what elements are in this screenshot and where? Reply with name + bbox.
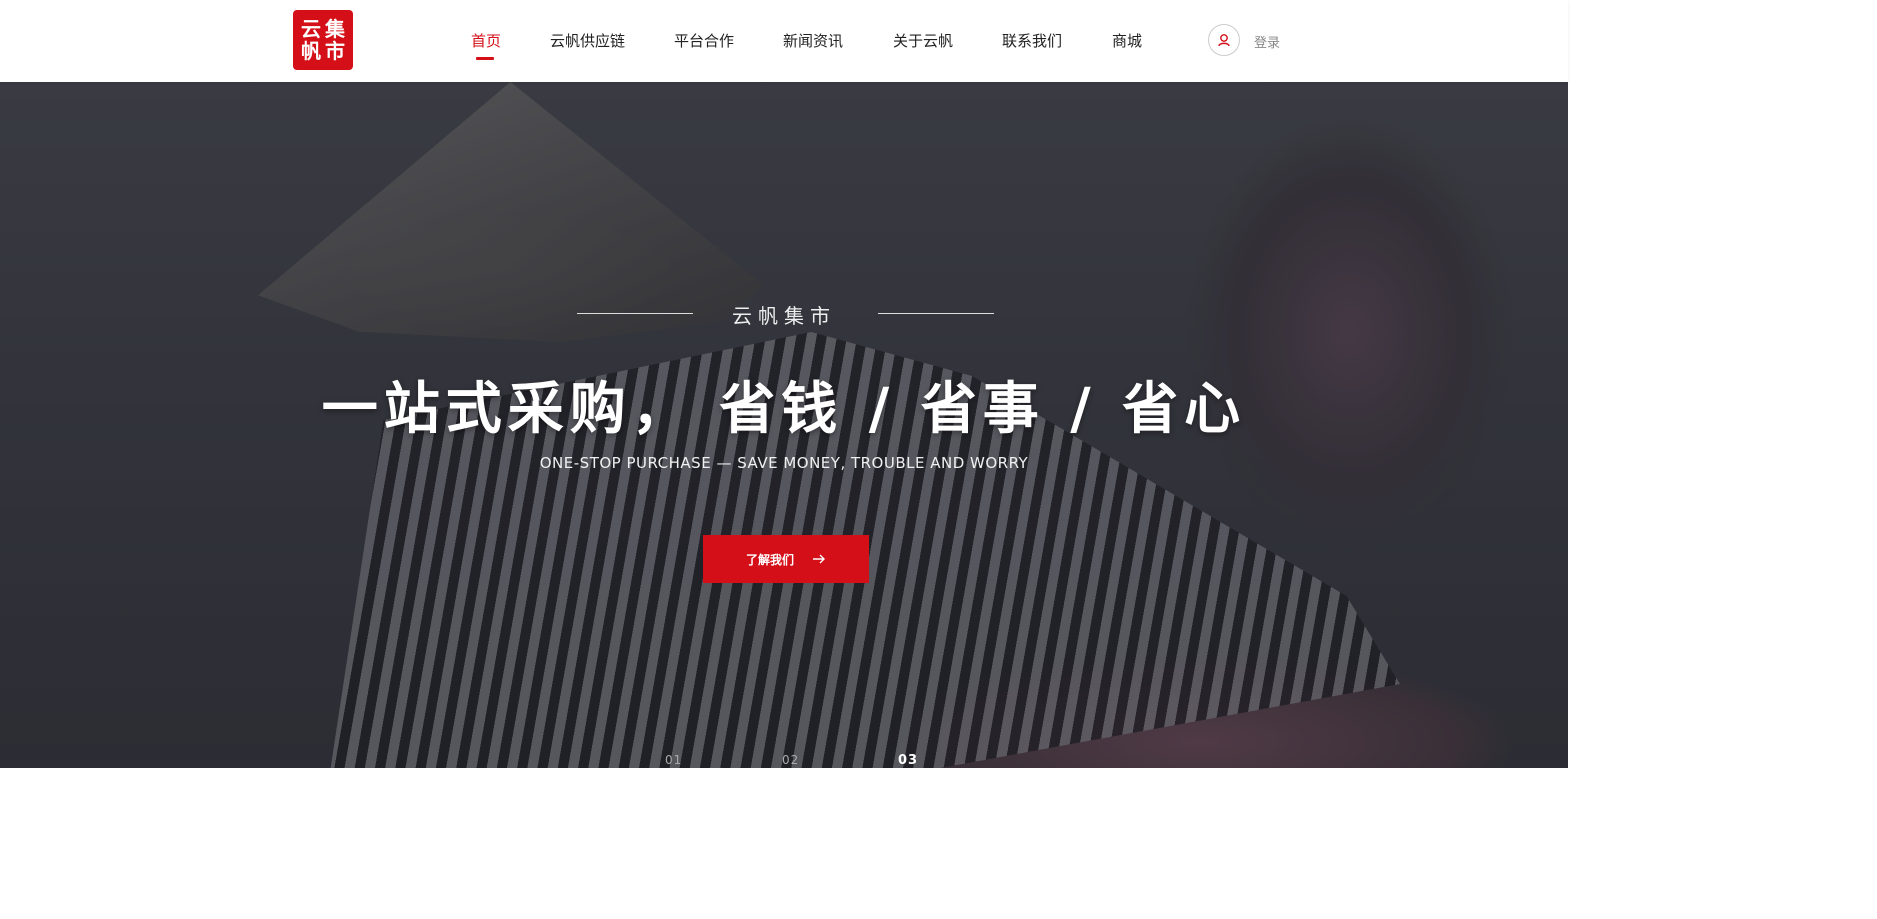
brand-logo[interactable]: 云帆 集市 (293, 10, 353, 70)
slide-pager-01[interactable]: 01 (665, 753, 682, 767)
login-link[interactable]: 登录 (1254, 32, 1280, 51)
arrow-right-icon (813, 554, 825, 564)
user-icon (1218, 34, 1230, 47)
nav-item-about[interactable]: 关于云帆 (893, 30, 953, 51)
nav-item-platform[interactable]: 平台合作 (674, 30, 734, 51)
logo-line-2: 集市 (325, 17, 345, 63)
logo-line-1: 云帆 (301, 17, 321, 63)
learn-more-button[interactable]: 了解我们 (703, 535, 869, 583)
nav-active-indicator (476, 57, 494, 60)
site-header: 云帆 集市 首页 云帆供应链 平台合作 新闻资讯 关于云帆 联系我们 商城 登录 (0, 0, 1568, 82)
slide-pager-02[interactable]: 02 (782, 753, 799, 767)
nav-item-news[interactable]: 新闻资讯 (783, 30, 843, 51)
nav-item-supply-chain[interactable]: 云帆供应链 (550, 30, 625, 51)
hero-title: 一站式采购， 省钱 / 省事 / 省心 (321, 377, 1247, 442)
hero-banner: 云帆集市 一站式采购， 省钱 / 省事 / 省心 ONE-STOP PURCHA… (0, 82, 1568, 768)
nav-item-mall[interactable]: 商城 (1112, 30, 1142, 51)
slide-pager-03[interactable]: 03 (898, 753, 918, 768)
hero-content: 云帆集市 一站式采购， 省钱 / 省事 / 省心 ONE-STOP PURCHA… (0, 82, 1568, 768)
learn-more-label: 了解我们 (745, 552, 794, 567)
hero-subtitle: 云帆集市 (732, 304, 836, 328)
nav-item-contact[interactable]: 联系我们 (1002, 30, 1062, 51)
nav-item-home[interactable]: 首页 (471, 30, 501, 51)
subtitle-line-right (878, 313, 994, 314)
user-button[interactable] (1208, 24, 1240, 56)
hero-english-tagline: ONE-STOP PURCHASE — SAVE MONEY, TROUBLE … (539, 454, 1029, 472)
